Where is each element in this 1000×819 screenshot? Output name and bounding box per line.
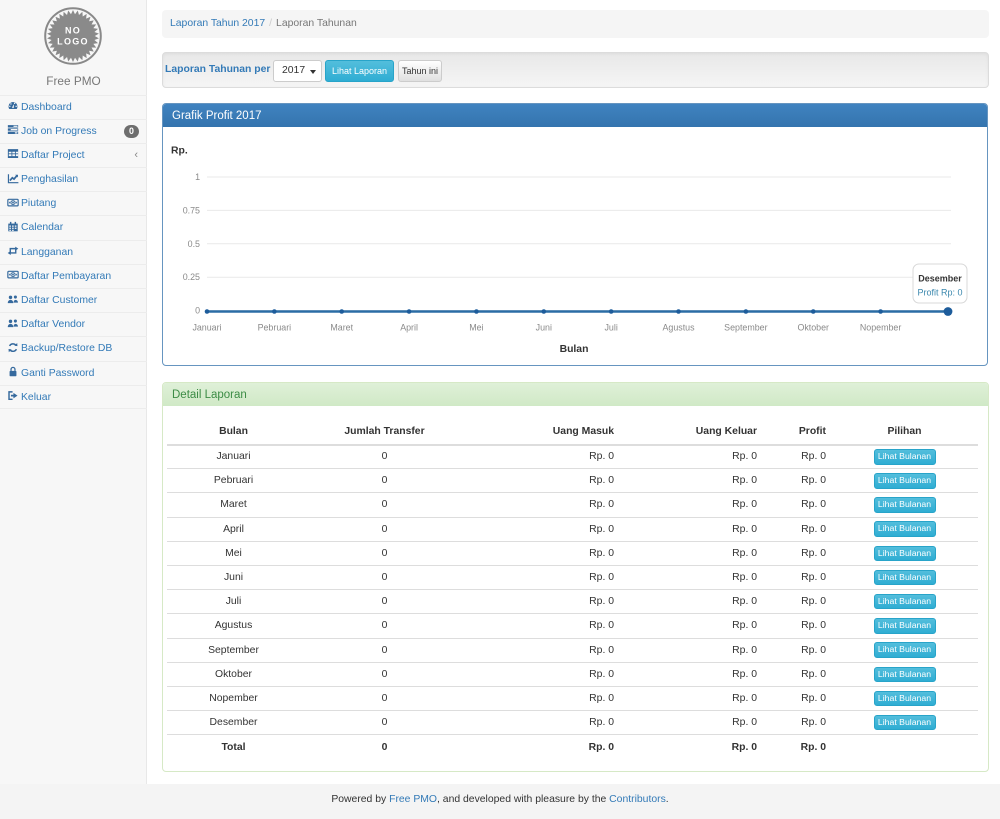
svg-text:Maret: Maret — [330, 323, 353, 333]
svg-text:April: April — [400, 323, 418, 333]
svg-text:1: 1 — [195, 172, 200, 182]
svg-text:0.75: 0.75 — [183, 205, 200, 215]
svg-text:Bulan: Bulan — [560, 344, 589, 355]
svg-text:Mei: Mei — [469, 323, 483, 333]
svg-text:Desember: Desember — [918, 274, 962, 284]
svg-text:0.5: 0.5 — [188, 239, 200, 249]
svg-text:Rp.: Rp. — [171, 146, 188, 157]
svg-text:Juni: Juni — [536, 323, 552, 333]
svg-text:Agustus: Agustus — [662, 323, 695, 333]
svg-text:Pebruari: Pebruari — [258, 323, 292, 333]
svg-text:0.25: 0.25 — [183, 272, 200, 282]
svg-text:NO: NO — [65, 26, 81, 36]
svg-text:Nopember: Nopember — [860, 323, 901, 333]
svg-text:Oktober: Oktober — [797, 323, 829, 333]
svg-text:0: 0 — [195, 306, 200, 316]
svg-text:Juli: Juli — [604, 323, 617, 333]
svg-text:Profit Rp: 0: Profit Rp: 0 — [917, 288, 962, 298]
svg-text:LOGO: LOGO — [57, 37, 89, 47]
svg-text:Januari: Januari — [192, 323, 221, 333]
svg-text:September: September — [724, 323, 767, 333]
